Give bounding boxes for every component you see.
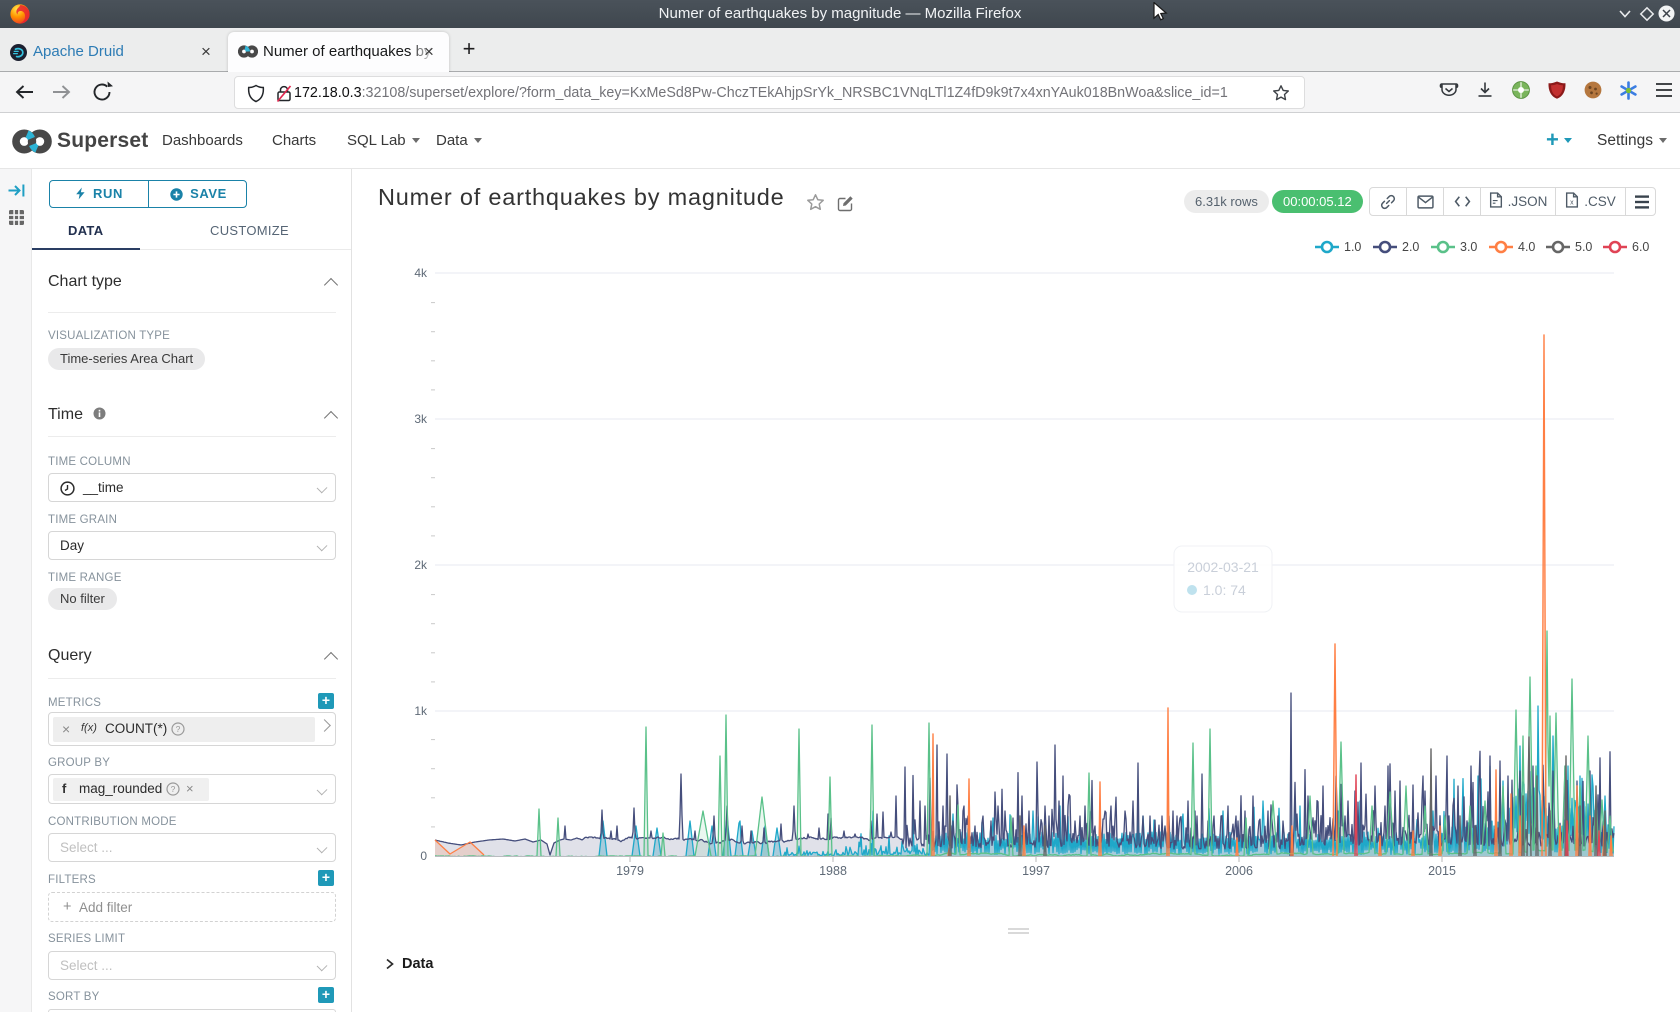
svg-text:5.0: 5.0	[1575, 240, 1592, 254]
svg-text:1988: 1988	[819, 864, 847, 878]
svg-text:2002-03-21: 2002-03-21	[1187, 559, 1259, 575]
svg-text:?: ?	[171, 784, 176, 794]
svg-text:1.0: 1.0	[1344, 240, 1361, 254]
svg-text:?: ?	[176, 724, 181, 734]
svg-text:0: 0	[420, 849, 427, 863]
svg-text:2006: 2006	[1225, 864, 1253, 878]
svg-text:1k: 1k	[414, 704, 428, 718]
svg-text:3.0: 3.0	[1460, 240, 1477, 254]
svg-text:4.0: 4.0	[1518, 240, 1535, 254]
svg-text:2.0: 2.0	[1402, 240, 1419, 254]
svg-text:6.0: 6.0	[1632, 240, 1649, 254]
svg-text:1997: 1997	[1022, 864, 1050, 878]
svg-text:2k: 2k	[414, 558, 428, 572]
svg-text:1979: 1979	[616, 864, 644, 878]
svg-text:4k: 4k	[414, 266, 428, 280]
svg-text:3k: 3k	[414, 412, 428, 426]
svg-text:2015: 2015	[1428, 864, 1456, 878]
svg-text:1.0: 74: 1.0: 74	[1203, 582, 1246, 598]
